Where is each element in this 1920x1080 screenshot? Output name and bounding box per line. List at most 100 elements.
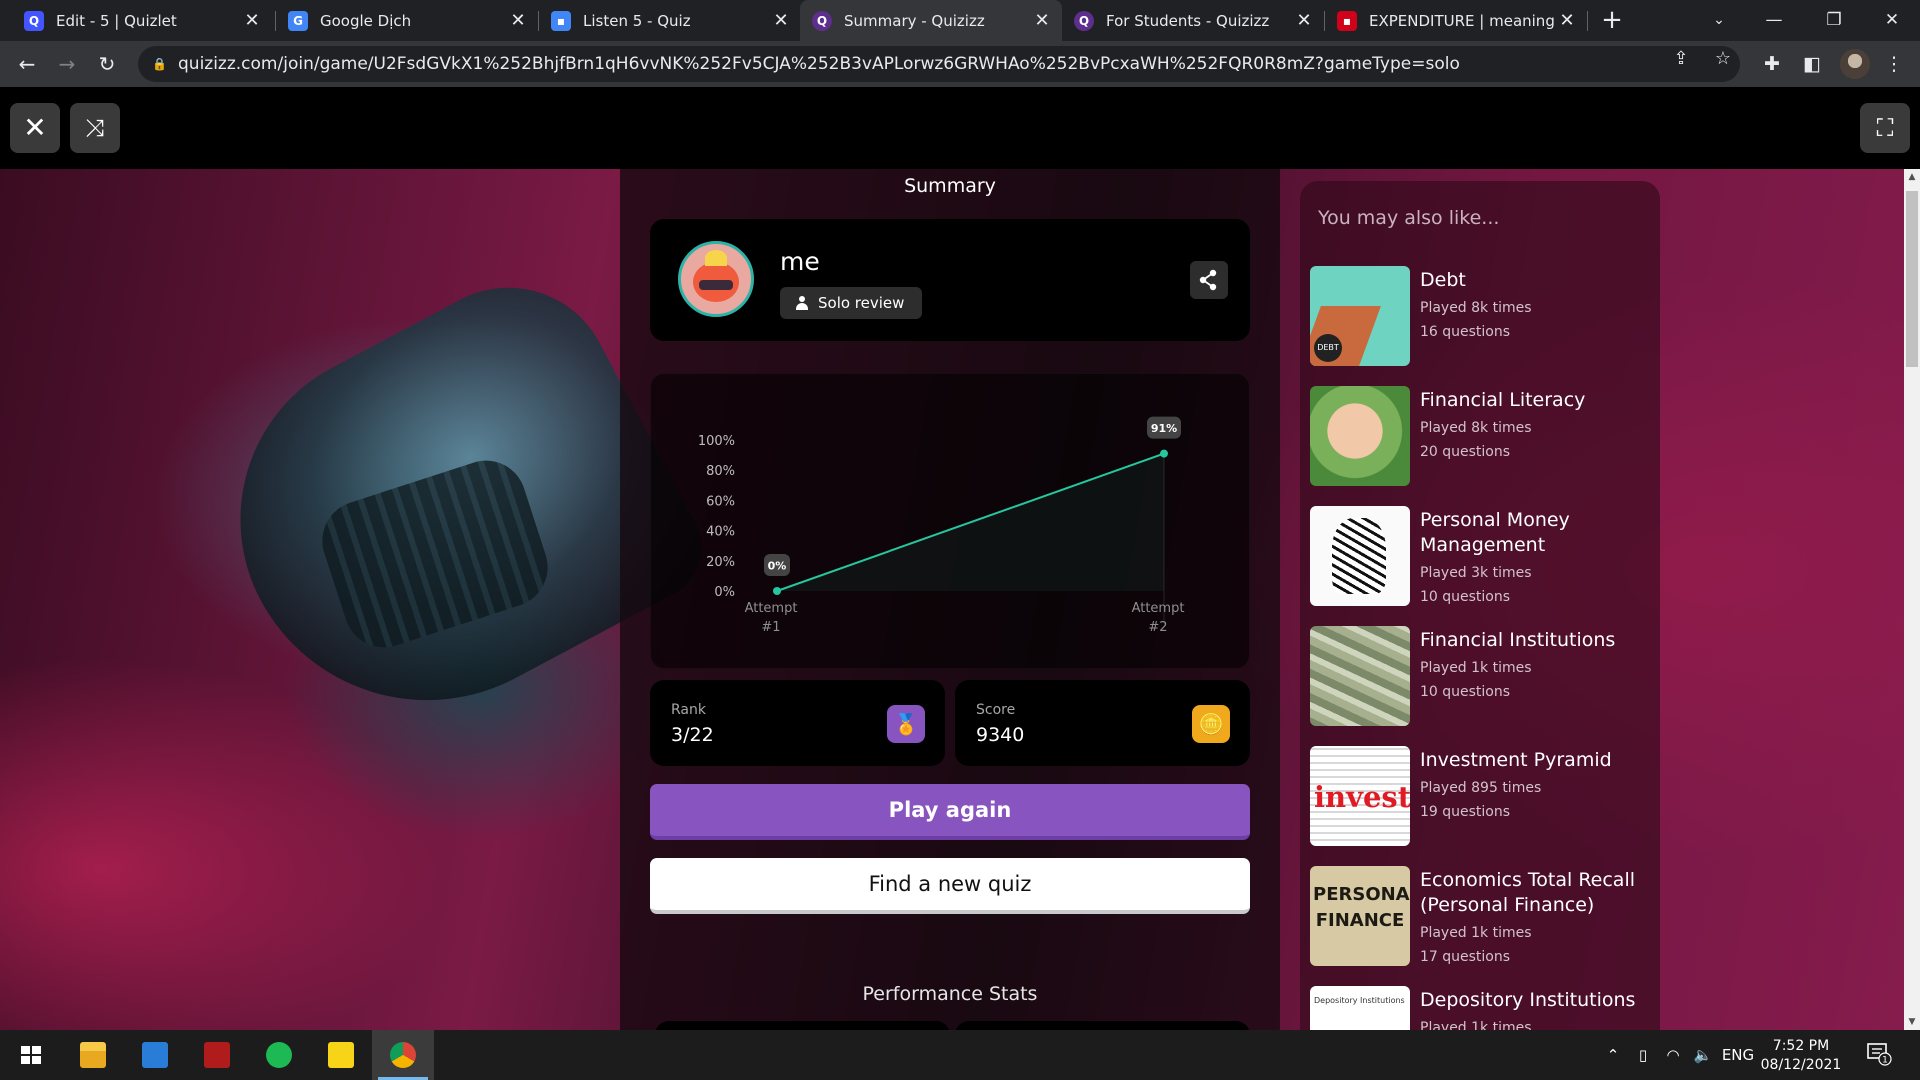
recommended-quiz-card[interactable]: DEBT Debt Played 8k times 16 questions [1310,266,1650,366]
tab-close-icon[interactable]: ✕ [510,10,526,31]
quiz-thumbnail: PERSONAL FINANCE [1310,866,1410,966]
y-tick-label: 60% [706,494,735,509]
y-tick-label: 20% [706,555,735,570]
more-menu-icon[interactable]: ⋮ [1880,50,1908,78]
game-top-bar: ✕ ⤨ ⛶ [0,87,1920,169]
start-button[interactable] [0,1030,62,1080]
battery-icon[interactable]: ▯ [1630,1030,1656,1080]
tab-title: Summary - Quizizz [844,11,985,30]
solo-review-badge: Solo review [780,287,923,319]
windows-logo-icon [21,1046,41,1064]
tab-search-chevron-icon[interactable]: ⌄ [1691,0,1747,41]
chrome-taskbar-button[interactable] [372,1030,434,1080]
quiz-play-count: Played 1k times [1420,660,1532,676]
new-tab-plus-icon[interactable]: + [1597,6,1627,36]
spotify-button[interactable] [248,1030,310,1080]
wifi-icon[interactable]: ◠ [1660,1030,1686,1080]
quiz-title: Depository Institutions [1420,989,1636,1011]
bookmark-star-icon[interactable]: ☆ [1712,48,1734,70]
game-app-button[interactable] [186,1030,248,1080]
notification-center-button[interactable]: 1 [1866,1042,1892,1066]
mail-button[interactable] [124,1030,186,1080]
window-close-icon[interactable]: ✕ [1864,0,1920,41]
recommended-quiz-card[interactable]: Personal Money Management Played 3k time… [1310,506,1650,606]
share-page-icon[interactable]: ⇪ [1670,48,1692,70]
play-again-button[interactable]: Play again [650,784,1250,840]
quiz-play-count: Played 895 times [1420,780,1542,796]
quiz-question-count: 16 questions [1420,324,1511,340]
shuffle-off-icon[interactable]: ⤨ [70,103,120,153]
google-forms-icon: ▪ [551,10,571,31]
avatar [678,241,754,317]
browser-tab[interactable]: Q Edit - 5 | Quizlet ✕ [12,0,272,41]
back-arrow-icon[interactable]: ← [13,50,41,78]
tab-close-icon[interactable]: ✕ [1034,10,1050,31]
file-explorer-button[interactable] [62,1030,124,1080]
minimize-icon[interactable]: — [1746,0,1802,41]
quiz-question-count: 10 questions [1420,589,1511,605]
quiz-thumbnail: Depository Institutions [1310,986,1410,1030]
recommended-quiz-card[interactable]: Financial Institutions Played 1k times 1… [1310,626,1650,726]
quizlet-icon: Q [24,10,44,31]
performance-stat-card [655,1021,950,1030]
tab-title: Edit - 5 | Quizlet [56,11,177,30]
reload-icon[interactable]: ↻ [93,50,121,78]
recommended-quiz-card[interactable]: invest Investment Pyramid Played 895 tim… [1310,746,1650,846]
data-point [773,587,781,595]
y-tick-label: 0% [714,585,735,600]
data-point [1160,449,1168,458]
share-button[interactable] [1190,261,1228,299]
solo-review-label: Solo review [818,294,905,312]
share-icon [1199,269,1217,291]
profile-avatar[interactable] [1840,49,1870,79]
fullscreen-icon[interactable]: ⛶ [1860,103,1910,153]
recommended-quiz-card[interactable]: Financial Literacy Played 8k times 20 qu… [1310,386,1650,486]
scroll-up-arrow-icon[interactable]: ▲ [1904,169,1920,185]
forward-arrow-icon[interactable]: → [53,50,81,78]
tray-chevron-up-icon[interactable]: ⌃ [1600,1030,1626,1080]
quiz-play-count: Played 8k times [1420,420,1532,436]
y-tick-label: 100% [698,434,735,449]
recommended-quiz-card[interactable]: Depository Institutions Depository Insti… [1310,986,1650,1030]
tab-close-icon[interactable]: ✕ [1296,10,1312,31]
quiz-title: Financial Literacy [1420,389,1586,411]
address-bar[interactable]: 🔒 quizizz.com/join/game/U2FsdGVkX1%252Bh… [138,46,1740,82]
quiz-play-count: Played 3k times [1420,565,1532,581]
browser-tab[interactable]: Q For Students - Quizizz ✕ [1062,0,1324,41]
side-panel-icon[interactable]: ◧ [1798,50,1826,78]
scrollbar-thumb[interactable] [1906,191,1918,367]
quiz-thumbnail [1310,506,1410,606]
sticky-notes-button[interactable] [310,1030,372,1080]
scroll-down-arrow-icon[interactable]: ▼ [1904,1014,1920,1030]
lock-icon: 🔒 [152,57,167,71]
tab-close-icon[interactable]: ✕ [244,10,260,31]
browser-tab[interactable]: G Google Dịch ✕ [276,0,538,41]
restore-icon[interactable]: ❐ [1806,0,1862,41]
sticky-note-icon [328,1042,354,1068]
browser-tab[interactable]: ▪ EXPENDITURE | meaning in ✕ [1325,0,1587,41]
tab-title: Google Dịch [320,11,412,30]
browser-tab[interactable]: ▪ Listen 5 - Quiz ✕ [539,0,801,41]
tab-close-icon[interactable]: ✕ [773,10,789,31]
x-tick-label: Attempt #2 [1132,601,1185,635]
quiz-thumbnail [1310,626,1410,726]
find-new-quiz-button[interactable]: Find a new quiz [650,858,1250,914]
thumbnail-text: invest [1314,780,1410,814]
close-icon[interactable]: ✕ [10,103,60,153]
score-value: 9340 [976,724,1025,746]
quiz-question-count: 19 questions [1420,804,1511,820]
folder-icon [80,1042,106,1068]
browser-tab-active[interactable]: Q Summary - Quizizz ✕ [800,0,1062,41]
extensions-puzzle-icon[interactable]: ✚ [1758,50,1786,78]
tab-close-icon[interactable]: ✕ [1559,10,1575,31]
thumbnail-text: PERSONAL FINANCE [1313,884,1410,931]
accuracy-chart-card: 0% 20% 40% 60% 80% 100% 0% Attempt #1 91% Attempt #… [650,373,1250,669]
system-clock[interactable]: 7:52 PM 08/12/2021 [1756,1037,1846,1075]
player-name: me [780,247,820,276]
recommended-quiz-card[interactable]: PERSONAL FINANCE Economics Total Recall … [1310,866,1650,966]
volume-icon[interactable]: 🔈 [1690,1030,1716,1080]
quiz-question-count: 20 questions [1420,444,1511,460]
game-app-icon [204,1042,230,1068]
input-language[interactable]: ENG [1718,1030,1758,1080]
page-title: Summary [904,175,996,197]
